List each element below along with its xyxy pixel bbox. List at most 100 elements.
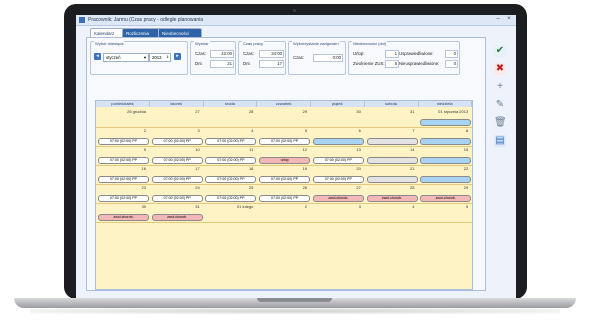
day-entry-badge[interactable]: 07:00 (02:00) PP [259, 195, 311, 202]
schedule-icon[interactable]: ▤ [494, 135, 506, 147]
edit-icon[interactable]: ✎ [494, 99, 506, 111]
day-entry-badge[interactable]: 07:00 (02:00) PP [312, 157, 364, 164]
calendar-day-cell[interactable]: 19 07:00 (02:00) PP [257, 165, 311, 184]
day-entry-badge[interactable] [420, 119, 472, 126]
calendar-week: 2 07:00 (02:00) PP 3 07:00 (02:00) PP 4 07:00… [96, 127, 472, 147]
day-entry-badge[interactable]: 07:00 (02:00) PP [259, 176, 311, 183]
calendar-day-cell[interactable]: 27 zwol.chorob. [311, 184, 365, 203]
calendar-day-cell[interactable]: 16 07:00 (02:00) PP [96, 165, 150, 184]
calendar-day-cell[interactable]: 28 [203, 108, 257, 127]
calendar-day-cell[interactable]: 27 [150, 108, 204, 127]
calendar-day-cell[interactable]: 25 07:00 (02:00) PP [203, 184, 257, 203]
day-entry-badge[interactable]: 07:00 (02:00) PP [205, 176, 257, 183]
calendar-day-cell[interactable]: 4 [365, 203, 419, 222]
calendar-day-cell[interactable]: 5 [418, 203, 472, 222]
calendar-day-cell[interactable]: 29 [257, 108, 311, 127]
day-number: 18 [248, 166, 254, 171]
cancel-icon[interactable]: ✖ [494, 63, 506, 75]
day-number: 27 [195, 109, 200, 114]
day-entry-badge[interactable]: 07:00 (02:00) PP [312, 176, 364, 183]
calendar-day-cell[interactable]: 01 stycznia 2013 [418, 108, 472, 127]
calendar-day-cell[interactable]: 9 07:00 (02:00) PP [96, 146, 150, 165]
calendar-day-cell[interactable]: 30 [311, 108, 365, 127]
day-entry-badge[interactable]: 07:00 (02:00) PP [151, 176, 203, 183]
close-button[interactable]: × [505, 16, 513, 23]
absence-group: Nieobecności (dni) Urlop: 1 Zwolnienie Z… [348, 41, 460, 75]
calendar-day-cell[interactable]: 12 urlop [257, 146, 311, 165]
day-entry-badge[interactable] [420, 157, 472, 164]
day-entry-badge[interactable]: zwol.chorob. [366, 195, 418, 202]
calendar-day-cell[interactable]: 22 [418, 165, 472, 184]
calendar-day-cell[interactable]: 18 07:00 (02:00) PP [203, 165, 257, 184]
calendar-day-cell[interactable]: 8 [418, 127, 472, 146]
year-spinner[interactable]: 2013 ⇕ [149, 53, 171, 62]
day-number: 6 [358, 128, 361, 133]
calendar-day-cell[interactable]: 13 07:00 (02:00) PP [311, 146, 365, 165]
calendar-day-cell[interactable]: 7 [365, 127, 419, 146]
calendar-day-cell[interactable]: 26 grudnia [96, 108, 150, 127]
calendar-header: poniedziałek wtorek środa czwartek piątek sob… [96, 101, 473, 107]
day-entry-badge[interactable]: 07:00 (02:00) PP [98, 195, 149, 202]
delete-icon[interactable]: 🗑 [494, 117, 507, 129]
calendar-day-cell[interactable]: 2 [257, 203, 311, 222]
day-entry-badge[interactable]: 07:00 (02:00) PP [205, 138, 257, 145]
month-select[interactable]: styczeń ▾ [103, 53, 149, 62]
calendar-day-cell[interactable]: 31 zwol.chorob. [150, 203, 204, 222]
day-entry-badge[interactable]: 07:00 (02:00) PP [151, 157, 203, 164]
calendar-day-cell[interactable]: 14 [365, 146, 419, 165]
next-month-button[interactable]: ▸ [174, 53, 181, 60]
day-number: 4 [412, 204, 415, 209]
day-number: 5 [304, 128, 308, 133]
day-entry-badge[interactable] [366, 176, 418, 183]
calendar-day-cell[interactable]: 17 07:00 (02:00) PP [150, 165, 204, 184]
calendar-day-cell[interactable]: 2 07:00 (02:00) PP [96, 127, 150, 146]
calendar-day-cell[interactable]: 01 lutego [203, 203, 257, 222]
add-icon[interactable]: + [494, 81, 506, 93]
day-entry-badge[interactable] [366, 138, 418, 145]
day-entry-badge[interactable] [420, 138, 472, 145]
calendar-day-cell[interactable]: 3 [311, 203, 365, 222]
day-entry-badge[interactable]: zwol.chorob. [98, 214, 149, 221]
calendar-day-cell[interactable]: 21 [365, 165, 419, 184]
day-entry-badge[interactable]: zwol.chorob. [312, 195, 364, 202]
calendar-day-cell[interactable]: 6 [311, 127, 365, 146]
calendar-day-cell[interactable]: 20 07:00 (02:00) PP [311, 165, 365, 184]
day-entry-badge[interactable]: 07:00 (02:00) PP [205, 195, 257, 202]
day-entry-badge[interactable] [420, 176, 472, 183]
calendar-day-cell[interactable]: 26 07:00 (02:00) PP [257, 184, 311, 203]
prev-month-button[interactable]: ◂ [94, 53, 101, 60]
day-number: 13 [356, 147, 361, 152]
calendar-day-cell[interactable]: 24 07:00 (02:00) PP [150, 184, 204, 203]
calendar-day-cell[interactable]: 30 zwol.chorob. [96, 203, 150, 222]
day-entry-badge[interactable]: 07:00 (02:00) PP [151, 195, 203, 202]
day-entry-badge[interactable] [312, 138, 364, 145]
calendar-day-cell[interactable]: 23 07:00 (02:00) PP [96, 184, 150, 203]
sick-leave-value: 5 [385, 60, 399, 68]
calendar-day-cell[interactable]: 11 07:00 (02:00) PP [203, 146, 257, 165]
calendar-day-cell[interactable]: 5 07:00 (02:00) PP [257, 127, 311, 146]
calendar-day-cell[interactable]: 4 07:00 (02:00) PP [203, 127, 257, 146]
calendar-day-cell[interactable]: 15 [418, 146, 472, 165]
day-entry-badge[interactable]: 07:00 (02:00) PP [259, 138, 311, 145]
day-entry-badge[interactable]: 07:00 (02:00) PP [205, 157, 257, 164]
calendar-day-cell[interactable]: 29 zwol.chorob. [418, 184, 472, 203]
day-number: 21 [410, 166, 415, 171]
day-entry-badge[interactable]: zwol.chorob. [420, 195, 472, 202]
day-number: 2 [143, 128, 146, 133]
calendar-day-cell[interactable]: 31 [365, 108, 419, 127]
calendar-day-cell[interactable]: 28 zwol.chorob. [365, 184, 419, 203]
day-entry-badge[interactable] [366, 157, 418, 164]
plan-days-value: 21 [210, 60, 234, 68]
calendar-day-cell[interactable]: 10 07:00 (02:00) PP [150, 146, 204, 165]
day-number: 15 [463, 147, 469, 152]
calendar-day-cell[interactable]: 3 07:00 (02:00) PP [150, 127, 204, 146]
day-entry-badge[interactable]: 07:00 (02:00) PP [98, 157, 149, 164]
day-entry-badge[interactable]: urlop [259, 157, 311, 164]
day-entry-badge[interactable]: zwol.chorob. [151, 214, 203, 221]
day-entry-badge[interactable]: 07:00 (02:00) PP [98, 176, 149, 183]
day-entry-badge[interactable]: 07:00 (02:00) PP [151, 138, 203, 145]
month-select-value: styczeń [106, 55, 121, 60]
day-entry-badge[interactable]: 07:00 (02:00) PP [98, 138, 149, 145]
minimize-button[interactable]: – [494, 16, 502, 23]
save-icon[interactable]: ✔ [494, 45, 506, 57]
